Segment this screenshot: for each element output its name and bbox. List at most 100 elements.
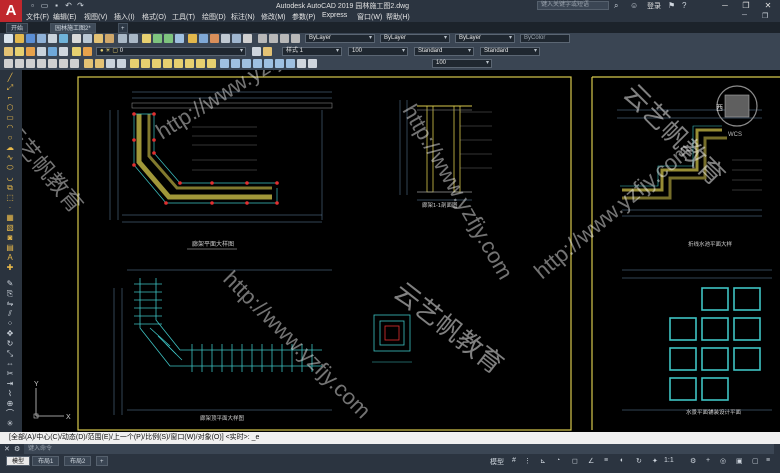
rotate-icon[interactable]	[141, 59, 150, 68]
dim-arc-icon[interactable]	[280, 34, 289, 43]
lock-icon[interactable]	[37, 47, 46, 56]
menu-express[interactable]: Express	[322, 12, 347, 19]
tool-erase-icon[interactable]: ✎	[4, 280, 16, 288]
tool-revcloud-icon[interactable]: ☁	[4, 144, 16, 152]
view-icon[interactable]	[231, 59, 240, 68]
menu-tools[interactable]: 工具(T)	[172, 12, 195, 22]
tool-addselected-icon[interactable]: ✚	[4, 264, 16, 272]
tab-start[interactable]: 开始	[6, 23, 29, 33]
zoom-previous-icon[interactable]	[175, 34, 184, 43]
folder-icon[interactable]	[15, 34, 24, 43]
shade-icon[interactable]	[275, 59, 284, 68]
paste-icon[interactable]	[94, 34, 103, 43]
layer-state-icon[interactable]	[48, 47, 57, 56]
user-icon[interactable]: ☺	[630, 1, 638, 10]
annotation-icon[interactable]	[297, 59, 306, 68]
tool-stretch-icon[interactable]: ⇔	[4, 360, 16, 368]
viewports-icon[interactable]	[264, 59, 273, 68]
restore-button[interactable]: ❐	[736, 0, 756, 11]
layer-iso-icon[interactable]	[59, 47, 68, 56]
grid-icon[interactable]: #	[512, 457, 516, 464]
menu-format[interactable]: 格式(O)	[142, 12, 166, 22]
help-icon[interactable]: ?	[682, 1, 686, 10]
dim-style-dropdown[interactable]: Standard ▾	[480, 47, 540, 56]
tool-arc-icon[interactable]: ◠	[4, 124, 16, 132]
tool-fillet-icon[interactable]: ⌒	[4, 410, 16, 418]
viewcube[interactable]	[716, 85, 758, 127]
menu-parametric[interactable]: 参数(P)	[292, 12, 315, 22]
zoom-realtime-icon[interactable]	[153, 34, 162, 43]
bulb-icon[interactable]	[15, 47, 24, 56]
tool-join-icon[interactable]: ⊕	[4, 400, 16, 408]
scale-dropdown[interactable]: 100 ▾	[348, 47, 408, 56]
named-views-icon[interactable]	[253, 59, 262, 68]
redo-icon[interactable]: ↷	[76, 1, 85, 10]
layer-dropdown[interactable]: ● ☀ ▢ 0 ▾	[96, 47, 246, 56]
tool-rectangle-icon[interactable]: ▭	[4, 114, 16, 122]
explode-icon[interactable]	[207, 59, 216, 68]
scale2-dropdown[interactable]: 100 ▾	[432, 59, 492, 68]
fillet-icon[interactable]	[196, 59, 205, 68]
command-settings-icon[interactable]: ⚙	[14, 445, 20, 453]
tool-line-icon[interactable]: ╱	[4, 74, 16, 82]
tool-copy-icon[interactable]: ⎘	[4, 290, 16, 298]
tool-break-icon[interactable]: ⌇	[4, 390, 16, 398]
block-icon[interactable]	[84, 59, 93, 68]
tab-drawing[interactable]: 园林施工图2*	[50, 23, 96, 33]
tab-layout2[interactable]: 布局2	[64, 456, 92, 466]
rectangle-icon[interactable]	[48, 59, 57, 68]
make-current-icon[interactable]	[252, 47, 261, 56]
menu-window[interactable]: 窗口(W)	[357, 12, 382, 22]
linetype-dropdown[interactable]: ByLayer ▾	[380, 34, 450, 43]
close-command-icon[interactable]: ✕	[4, 445, 10, 453]
mirror-icon[interactable]	[185, 59, 194, 68]
layer-prev-icon[interactable]	[72, 47, 81, 56]
close-button[interactable]: ✕	[758, 0, 778, 11]
menu-draw[interactable]: 绘图(D)	[202, 12, 226, 22]
new-tab-button[interactable]: +	[118, 23, 128, 33]
redo-toolbar-icon[interactable]	[129, 34, 138, 43]
undo-icon[interactable]: ↶	[64, 1, 73, 10]
plotstyle-dropdown[interactable]: ByColor	[520, 34, 570, 43]
drawing-svg[interactable]: 廊架平面大样图 廊架1-1剖面图 廊架顶平面大样图 折线水池平面大样 水景平面铺…	[22, 70, 780, 432]
tool-ellipse-icon[interactable]: ⬭	[4, 164, 16, 172]
minimize-button[interactable]: ─	[715, 0, 735, 11]
wcs-label[interactable]: WCS	[728, 132, 742, 138]
model-space-label[interactable]: 模型	[490, 457, 504, 467]
transparency-icon[interactable]: ◐	[620, 457, 624, 464]
copy-object-icon[interactable]	[174, 59, 183, 68]
menu-dimension[interactable]: 标注(N)	[231, 12, 255, 22]
osnap-icon[interactable]: ◻	[572, 457, 578, 465]
style-dropdown[interactable]: 样式 1 ▾	[282, 47, 342, 56]
arc-icon[interactable]	[37, 59, 46, 68]
save-icon[interactable]: ▪	[52, 1, 61, 10]
cart-icon[interactable]: ⚑	[668, 1, 675, 10]
tool-polyline-icon[interactable]: ⌐	[4, 94, 16, 102]
layer-walk-icon[interactable]	[83, 47, 92, 56]
tool-table-icon[interactable]: ▤	[4, 244, 16, 252]
polyline-icon[interactable]	[15, 59, 24, 68]
tool-gradient-icon[interactable]: ▧	[4, 224, 16, 232]
doc-restore-button[interactable]: ❐	[762, 12, 768, 20]
save-toolbar-icon[interactable]	[26, 34, 35, 43]
match-icon[interactable]	[105, 34, 114, 43]
cut-icon[interactable]	[72, 34, 81, 43]
hatch-icon[interactable]	[59, 59, 68, 68]
pan-icon[interactable]	[142, 34, 151, 43]
markup-icon[interactable]	[232, 34, 241, 43]
tool-hatch-icon[interactable]: ▦	[4, 214, 16, 222]
open-icon[interactable]: ▭	[40, 1, 49, 10]
menu-modify[interactable]: 修改(M)	[261, 12, 286, 22]
menu-file[interactable]: 文件(F)	[26, 12, 49, 22]
point-icon[interactable]	[117, 59, 126, 68]
text-style-dropdown[interactable]: Standard ▾	[414, 47, 474, 56]
tool-spline-icon[interactable]: ∿	[4, 154, 16, 162]
designcenter-icon[interactable]	[199, 34, 208, 43]
menu-insert[interactable]: 插入(I)	[114, 12, 135, 22]
viewcube-west-label[interactable]: 西	[716, 104, 723, 112]
zoom-window-icon[interactable]	[164, 34, 173, 43]
search-input[interactable]: 键入关键字或短语	[537, 1, 609, 10]
render-icon[interactable]	[286, 59, 295, 68]
login-button[interactable]: 登录	[647, 1, 661, 11]
tool-trim-icon[interactable]: ✂	[4, 370, 16, 378]
